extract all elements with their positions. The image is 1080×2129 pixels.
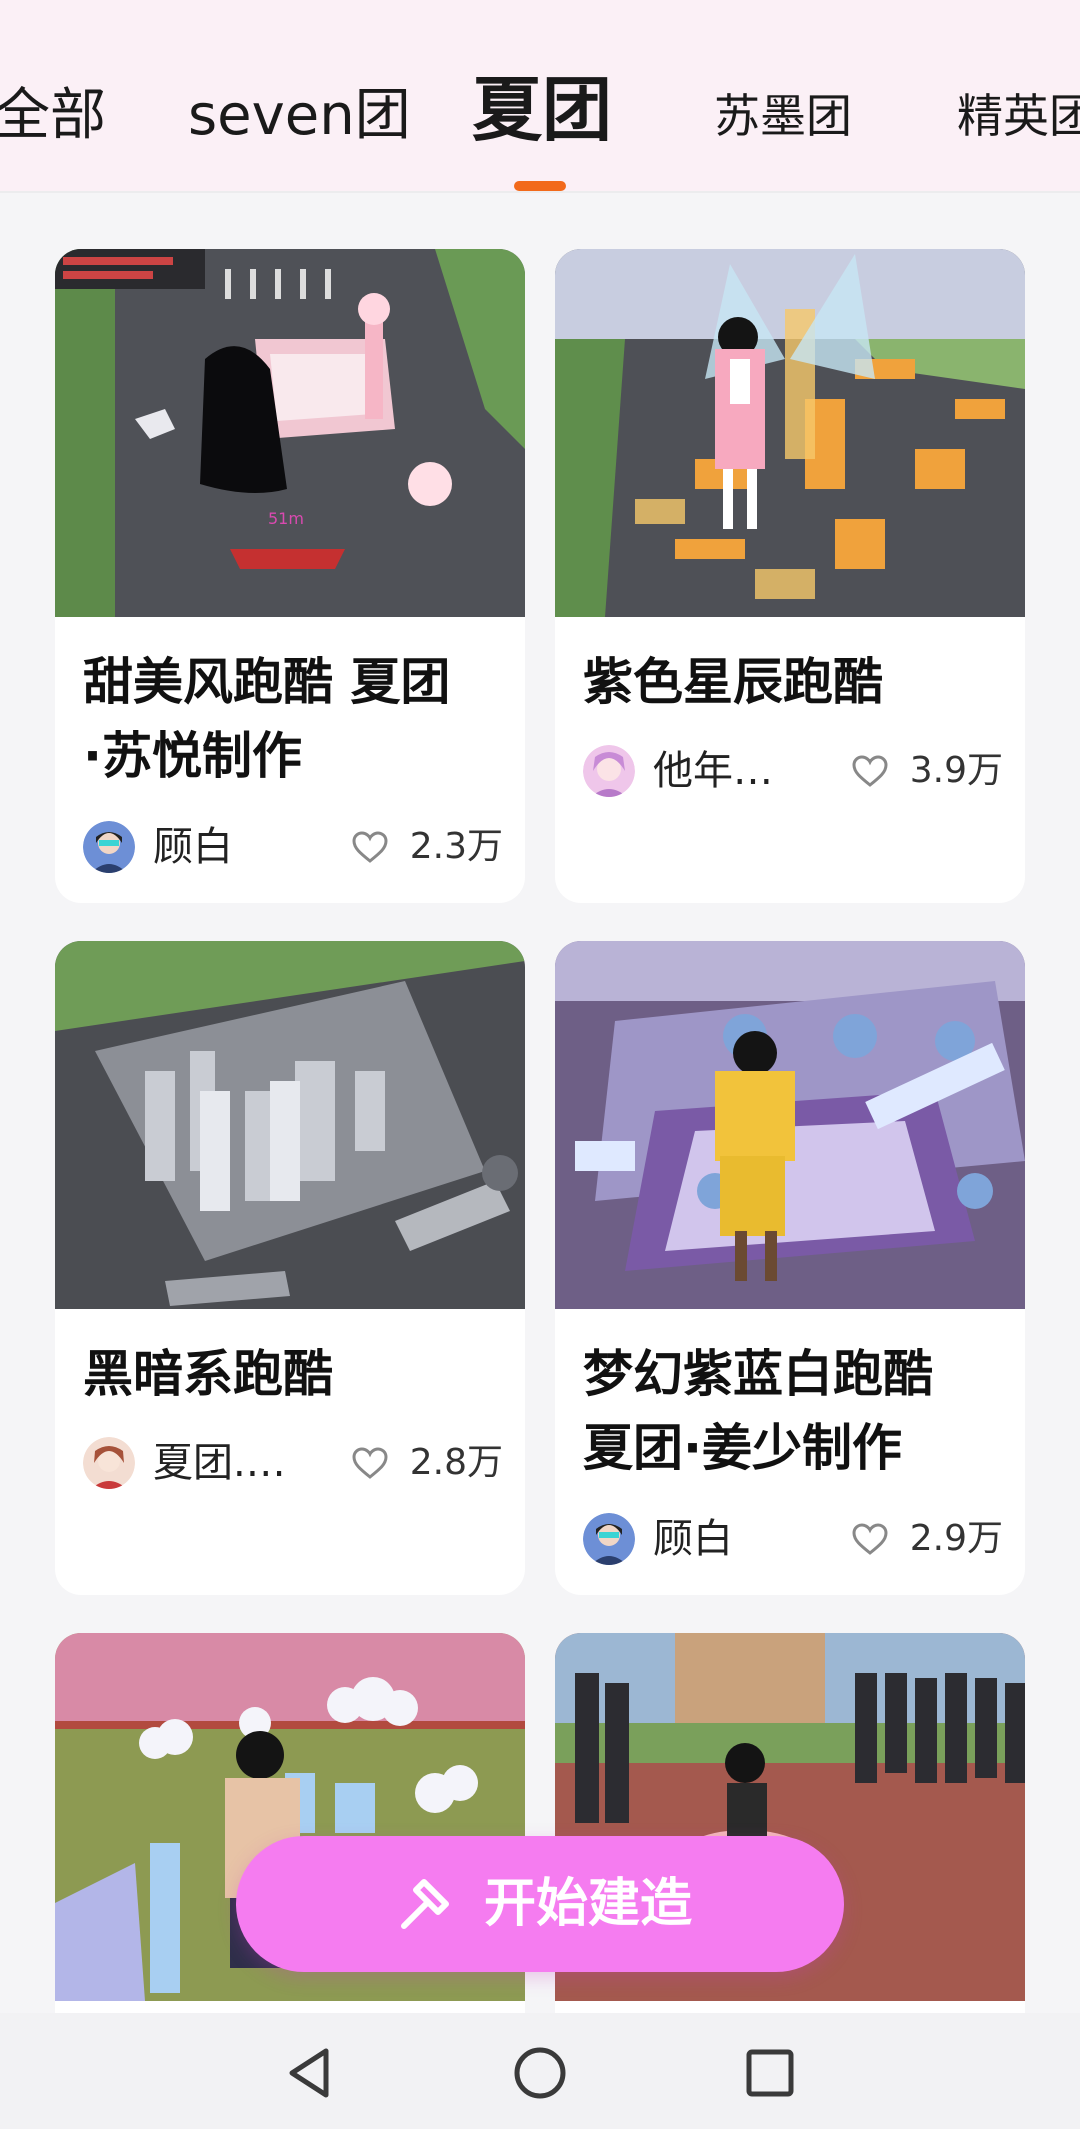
- map-card[interactable]: 梦幻紫蓝白跑酷 夏团·姜少制作 顾白 2.9万: [555, 941, 1025, 1595]
- map-thumbnail: [555, 941, 1025, 1309]
- map-card[interactable]: 51m 甜美风跑酷 夏团 ·苏悦制作 顾白 2.3万: [55, 249, 525, 903]
- like-count: 3.9万: [909, 750, 1003, 791]
- heart-icon: [852, 755, 888, 787]
- heart-icon: [352, 831, 388, 863]
- like-count: 2.8万: [409, 1442, 503, 1483]
- card-meta: 顾白 2.9万: [583, 1511, 1003, 1567]
- tab-xia[interactable]: 夏团: [472, 74, 612, 146]
- like-count-group[interactable]: 2.3万: [351, 819, 503, 875]
- map-thumbnail: 51m: [55, 249, 525, 617]
- author-name: 夏团.…: [153, 1440, 286, 1486]
- map-title: 梦幻紫蓝白跑酷 夏团·姜少制作: [583, 1337, 1003, 1485]
- map-title: 甜美风跑酷 夏团 ·苏悦制作: [83, 645, 503, 793]
- system-nav-bar: [0, 2013, 1080, 2129]
- author-name: 顾白: [653, 1516, 733, 1562]
- recent-square-icon[interactable]: [740, 2043, 800, 2103]
- like-count-group[interactable]: 2.8万: [351, 1435, 503, 1491]
- map-title: 紫色星辰跑酷: [583, 645, 1003, 719]
- map-title: 黑暗系跑酷: [83, 1337, 503, 1411]
- tab-sumo[interactable]: 苏墨团: [714, 80, 852, 152]
- start-building-button[interactable]: 开始建造: [236, 1836, 844, 1972]
- map-title-line: 甜美风跑酷 夏团: [83, 653, 451, 711]
- tab-seven[interactable]: seven团: [188, 80, 411, 152]
- card-meta: 夏团.… 2.8万: [83, 1435, 503, 1491]
- like-count-group[interactable]: 2.9万: [851, 1511, 1003, 1567]
- distance-label: 51m: [268, 509, 304, 528]
- thumbnail-image: [55, 941, 525, 1309]
- tab-label: 苏墨团: [714, 89, 852, 143]
- like-count-group[interactable]: 3.9万: [851, 743, 1003, 799]
- thumbnail-image: 51m: [55, 249, 525, 617]
- heart-icon: [352, 1447, 388, 1479]
- start-building-label: 开始建造: [484, 1874, 693, 1934]
- map-title-line: 夏团·姜少制作: [583, 1419, 902, 1477]
- map-title-line: 黑暗系跑酷: [83, 1345, 333, 1403]
- card-meta: 他年… 3.9万: [583, 743, 1003, 799]
- map-thumbnail: [555, 249, 1025, 617]
- tab-elite[interactable]: 精英团: [957, 80, 1080, 152]
- like-count: 2.3万: [409, 826, 503, 867]
- avatar-icon[interactable]: [583, 1513, 635, 1565]
- card-meta: 顾白 2.3万: [83, 819, 503, 875]
- map-title-line: 紫色星辰跑酷: [583, 653, 883, 711]
- tab-label: 精英团: [957, 89, 1080, 143]
- avatar-icon[interactable]: [83, 1437, 135, 1489]
- tab-label: seven团: [188, 83, 411, 148]
- author-name: 他年…: [653, 748, 773, 794]
- tab-label: 全部: [0, 83, 106, 148]
- back-triangle-icon[interactable]: [280, 2043, 340, 2103]
- map-title-line: 梦幻紫蓝白跑酷: [583, 1345, 933, 1403]
- map-card-grid: 51m 甜美风跑酷 夏团 ·苏悦制作 顾白 2.3万 紫色星辰跑酷 他年… 3.…: [0, 193, 1080, 2013]
- tab-label: 夏团: [472, 69, 612, 151]
- map-thumbnail: [55, 941, 525, 1309]
- hammer-icon: [401, 1879, 449, 1929]
- author-name: 顾白: [153, 824, 233, 870]
- tab-all[interactable]: 全部: [0, 80, 106, 152]
- thumbnail-image: [555, 941, 1025, 1309]
- map-title-line: ·苏悦制作: [83, 727, 302, 785]
- home-circle-icon[interactable]: [510, 2043, 570, 2103]
- like-count: 2.9万: [909, 1518, 1003, 1559]
- thumbnail-image: [555, 249, 1025, 617]
- active-tab-indicator: [514, 181, 566, 191]
- heart-icon: [852, 1523, 888, 1555]
- map-card[interactable]: 紫色星辰跑酷 他年… 3.9万: [555, 249, 1025, 903]
- category-tab-bar: 全部 seven团 夏团 苏墨团 精英团: [0, 0, 1080, 193]
- avatar-icon[interactable]: [83, 821, 135, 873]
- map-card[interactable]: 黑暗系跑酷 夏团.… 2.8万: [55, 941, 525, 1595]
- avatar-icon[interactable]: [583, 745, 635, 797]
